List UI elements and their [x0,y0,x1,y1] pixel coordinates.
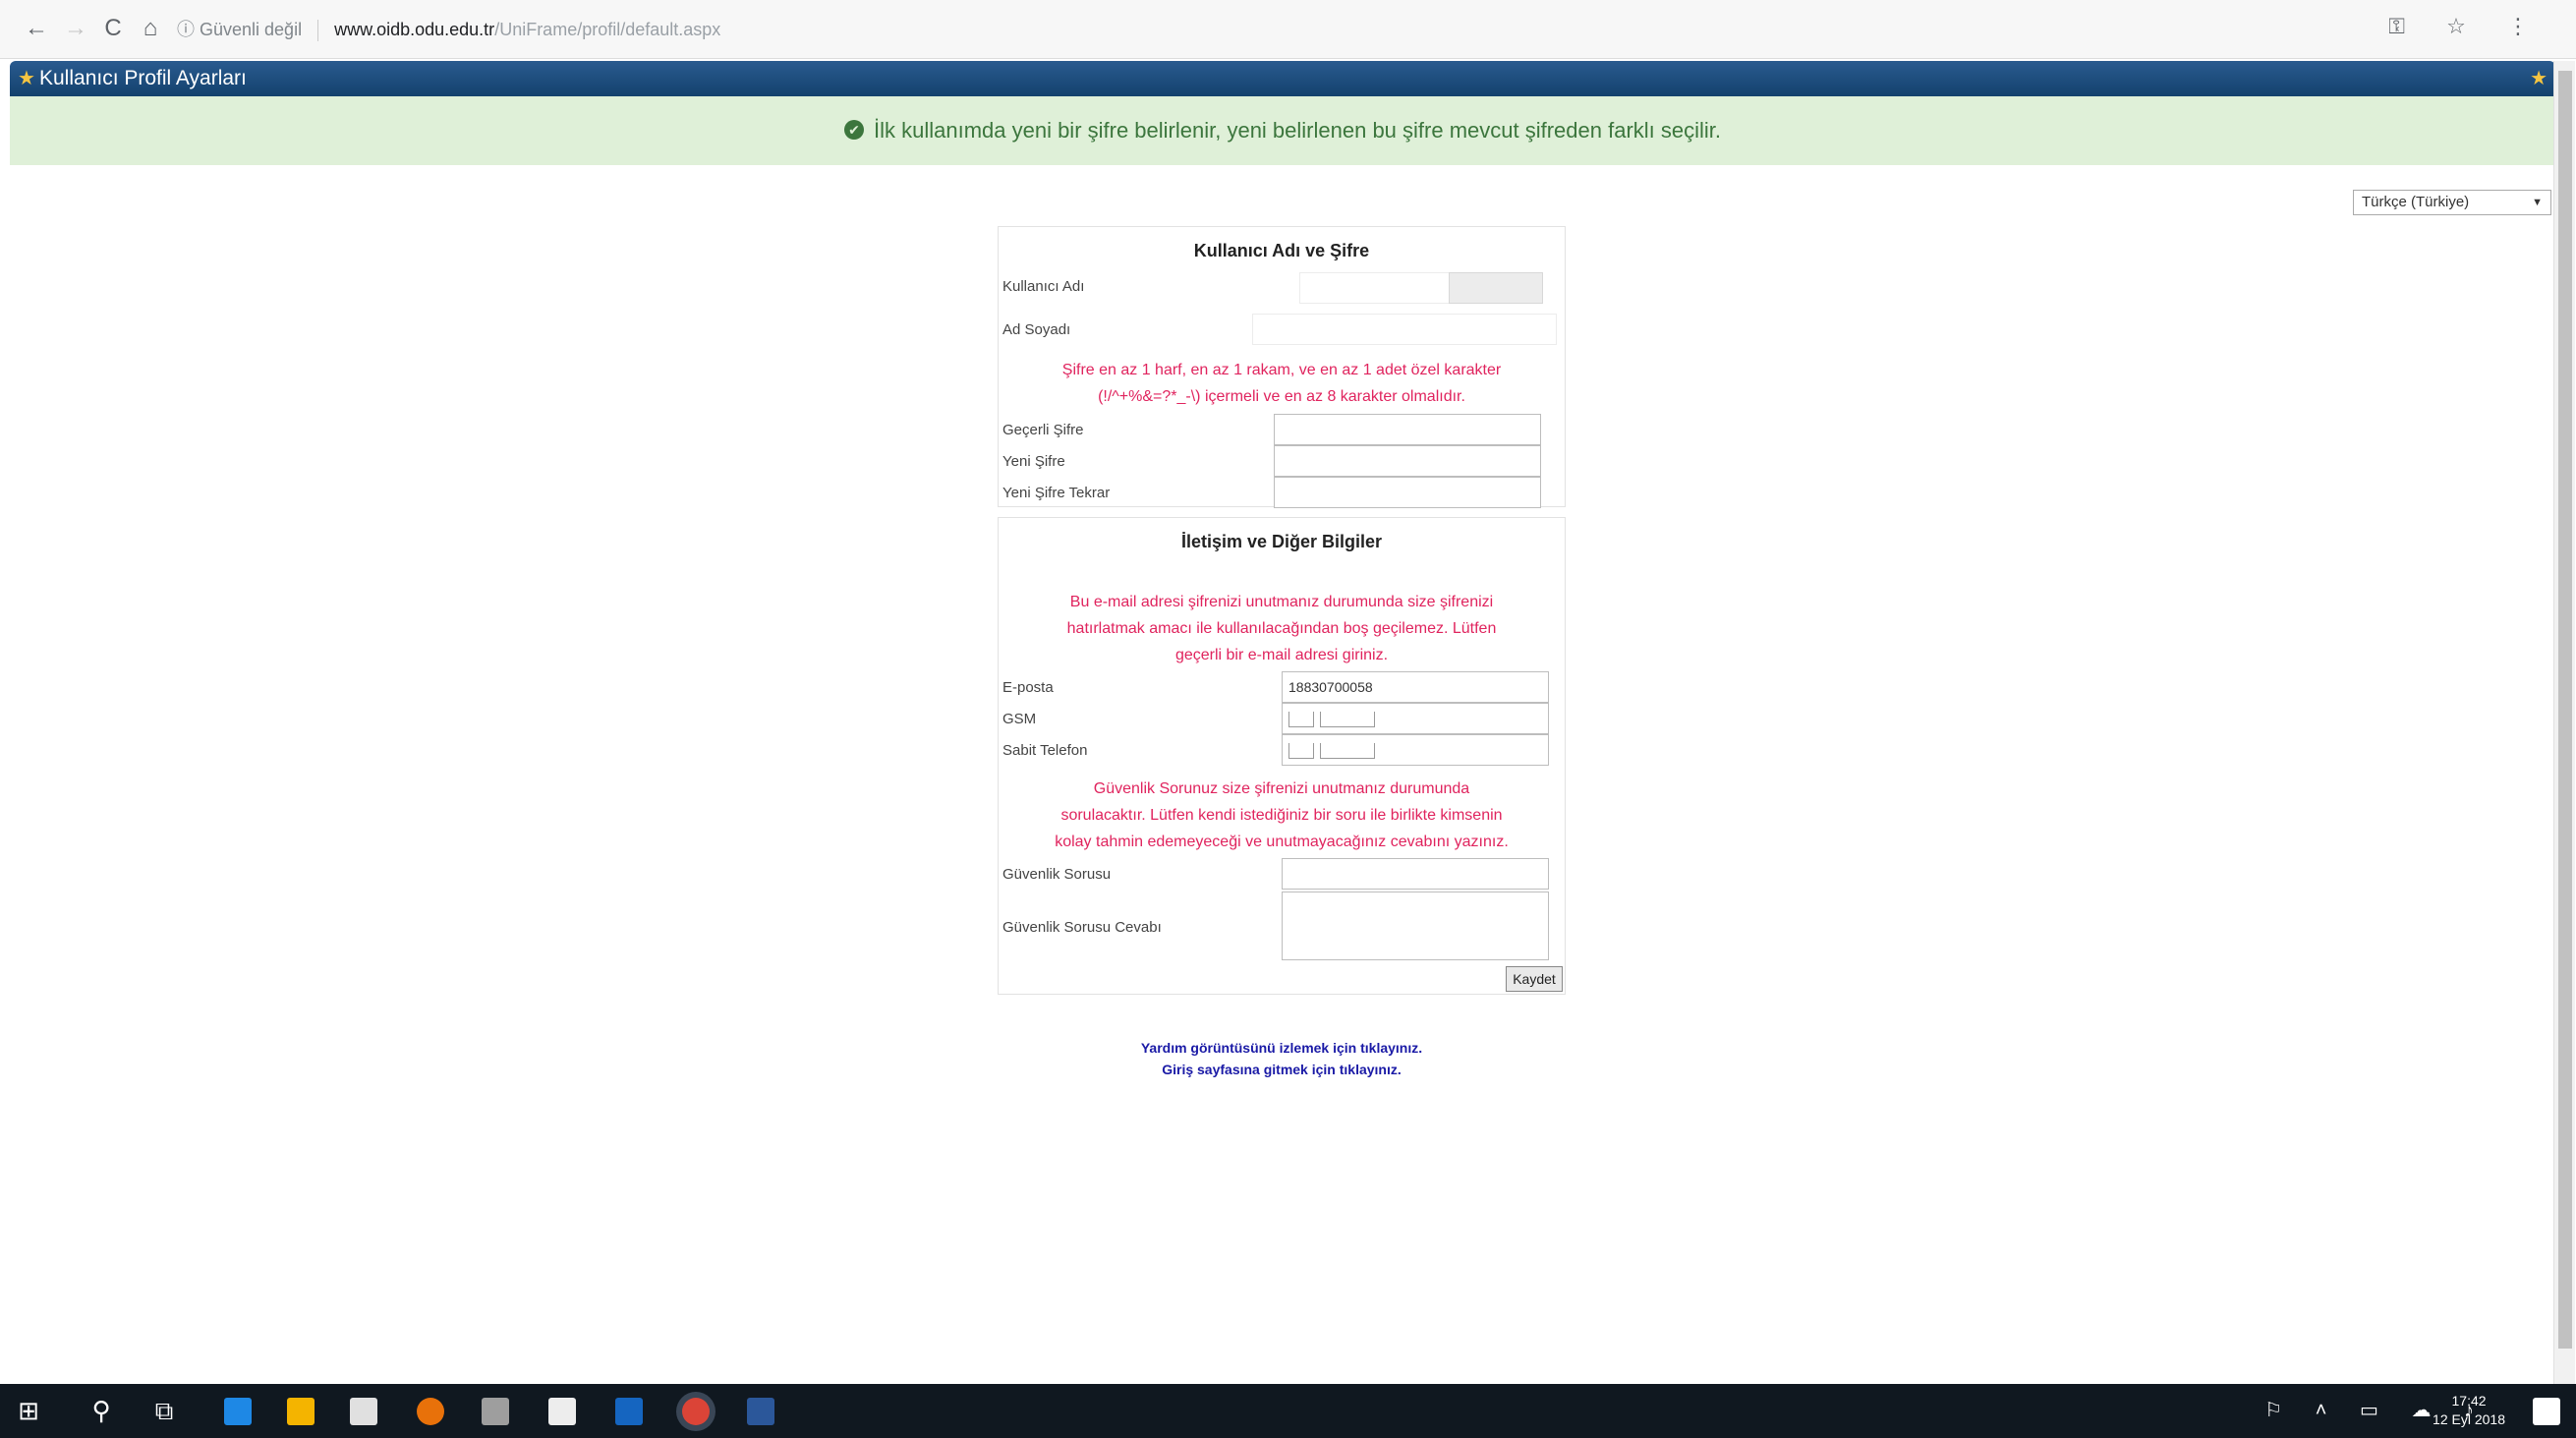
password-rule-line-2: (!/^+%&=?*_-\) içermeli ve en az 8 karak… [1098,388,1465,405]
reload-icon[interactable]: C [98,14,128,43]
address-bar[interactable]: ⓘ Güvenli değil www.oidb.odu.edu.tr/UniFr… [177,12,720,47]
username-readonly-box [1449,272,1543,304]
internet-explorer-icon[interactable] [615,1398,643,1425]
word-icon[interactable] [747,1398,774,1425]
landline-label: Sabit Telefon [1002,742,1088,759]
browser-actions-icons[interactable]: ⚿ ☆ ⋮ [2388,14,2547,39]
credentials-title: Kullanıcı Adı ve Şifre [1193,241,1370,260]
firefox-icon[interactable] [417,1398,444,1425]
browser-toolbar: ← → C ⌂ ⓘ Güvenli değil www.oidb.odu.edu.… [0,0,2576,59]
security-answer-label: Güvenlik Sorusu Cevabı [1002,919,1162,936]
username-field [1299,272,1457,304]
email-input[interactable]: 18830700058 [1282,671,1549,703]
notification-icon[interactable] [2533,1398,2560,1425]
favorite-star-icon[interactable]: ★ [2530,61,2547,96]
password-rule-line-1: Şifre en az 1 harf, en az 1 rakam, ve en… [1061,362,1502,378]
taskbar: ⊞ ⚲ ⧉ ⚐ ˄ ▭ ☁ ♪ 17:42 12 Eyl 2018 [0,1384,2576,1438]
landline-number[interactable] [1320,743,1375,759]
home-icon[interactable]: ⌂ [136,14,165,43]
banner-message: İlk kullanımda yeni bir şifre belirlenir… [873,118,1722,143]
search-icon[interactable]: ⚲ [85,1394,118,1427]
app-icon[interactable] [482,1398,509,1425]
language-selected: Türkçe (Türkiye) [2362,194,2470,210]
contact-title: İletişim ve Diğer Bilgiler [1180,532,1383,551]
store-icon[interactable] [350,1398,377,1425]
fullname-field [1252,314,1557,345]
security-note-line-3: kolay tahmin edemeyeceği ve unutmayacağı… [1055,834,1509,850]
security-question-label: Güvenlik Sorusu [1002,866,1112,883]
gsm-input[interactable] [1282,703,1549,734]
new-password-repeat-input[interactable] [1274,477,1541,508]
forward-icon[interactable]: → [61,14,90,43]
landline-input[interactable] [1282,734,1549,766]
gsm-area-code[interactable] [1288,712,1314,727]
email-note-line-3: geçerli bir e-mail adresi giriniz. [1174,647,1389,663]
security-indicator[interactable]: ⓘ Güvenli değil [177,20,302,39]
language-select[interactable]: Türkçe (Türkiye) ▼ [2353,190,2551,215]
email-label: E-posta [1002,679,1054,696]
file-explorer-icon[interactable] [287,1398,315,1425]
gsm-label: GSM [1002,711,1037,727]
page-scrollbar[interactable] [2553,61,2575,1384]
security-note-line-2: sorulacaktır. Lütfen kendi istediğiniz b… [1060,807,1503,824]
windows-start-icon[interactable]: ⊞ [12,1394,45,1427]
security-answer-textarea[interactable] [1282,892,1549,960]
clock[interactable]: 17:42 12 Eyl 2018 [2433,1392,2505,1429]
app-title-bar: ★ Kullanıcı Profil Ayarları ★ [10,61,2555,96]
new-password-label: Yeni Şifre [1002,453,1065,470]
new-password-repeat-label: Yeni Şifre Tekrar [1002,485,1111,501]
login-link[interactable]: Giriş sayfasına gitmek için tıklayınız. [998,1062,1566,1077]
star-icon: ★ [18,68,35,89]
clock-time: 17:42 [2451,1393,2487,1409]
help-link[interactable]: Yardım görüntüsünü izlemek için tıklayın… [998,1040,1566,1056]
url-path: /UniFrame/profil/default.aspx [494,20,721,39]
landline-area-code[interactable] [1288,743,1314,759]
clock-date: 12 Eyl 2018 [2433,1411,2505,1427]
credentials-panel: Kullanıcı Adı ve Şifre Kullanıcı Adı Ad … [998,226,1566,508]
mail-icon[interactable] [548,1398,576,1425]
page-title: Kullanıcı Profil Ayarları [39,67,247,89]
fullname-label: Ad Soyadı [1002,321,1071,338]
current-password-input[interactable] [1274,414,1541,445]
check-icon: ✔ [843,120,864,141]
email-note-line-1: Bu e-mail adresi şifrenizi unutmanız dur… [1069,594,1494,610]
security-question-input[interactable] [1282,858,1549,890]
scrollbar-thumb[interactable] [2558,71,2572,1349]
address-separator [317,20,319,42]
email-note-line-2: hatırlatmak amacı ile kullanılacağından … [1066,620,1497,637]
security-note-line-1: Güvenlik Sorunuz size şifrenizi unutmanı… [1093,780,1470,797]
gsm-number[interactable] [1320,712,1375,727]
contact-panel: İletişim ve Diğer Bilgiler Bu e-mail adr… [998,517,1566,995]
info-banner: ✔ İlk kullanımda yeni bir şifre belirleni… [10,96,2555,165]
new-password-input[interactable] [1274,445,1541,477]
current-password-label: Geçerli Şifre [1002,422,1084,438]
task-view-icon[interactable]: ⧉ [147,1394,181,1427]
back-icon[interactable]: ← [22,14,51,43]
save-button[interactable]: Kaydet [1506,966,1563,992]
url-host: www.oidb.odu.edu.tr [334,20,495,39]
chevron-down-icon: ▼ [2532,197,2543,208]
chrome-icon[interactable] [682,1398,710,1425]
username-label: Kullanıcı Adı [1002,278,1085,295]
edge-icon[interactable] [224,1398,252,1425]
